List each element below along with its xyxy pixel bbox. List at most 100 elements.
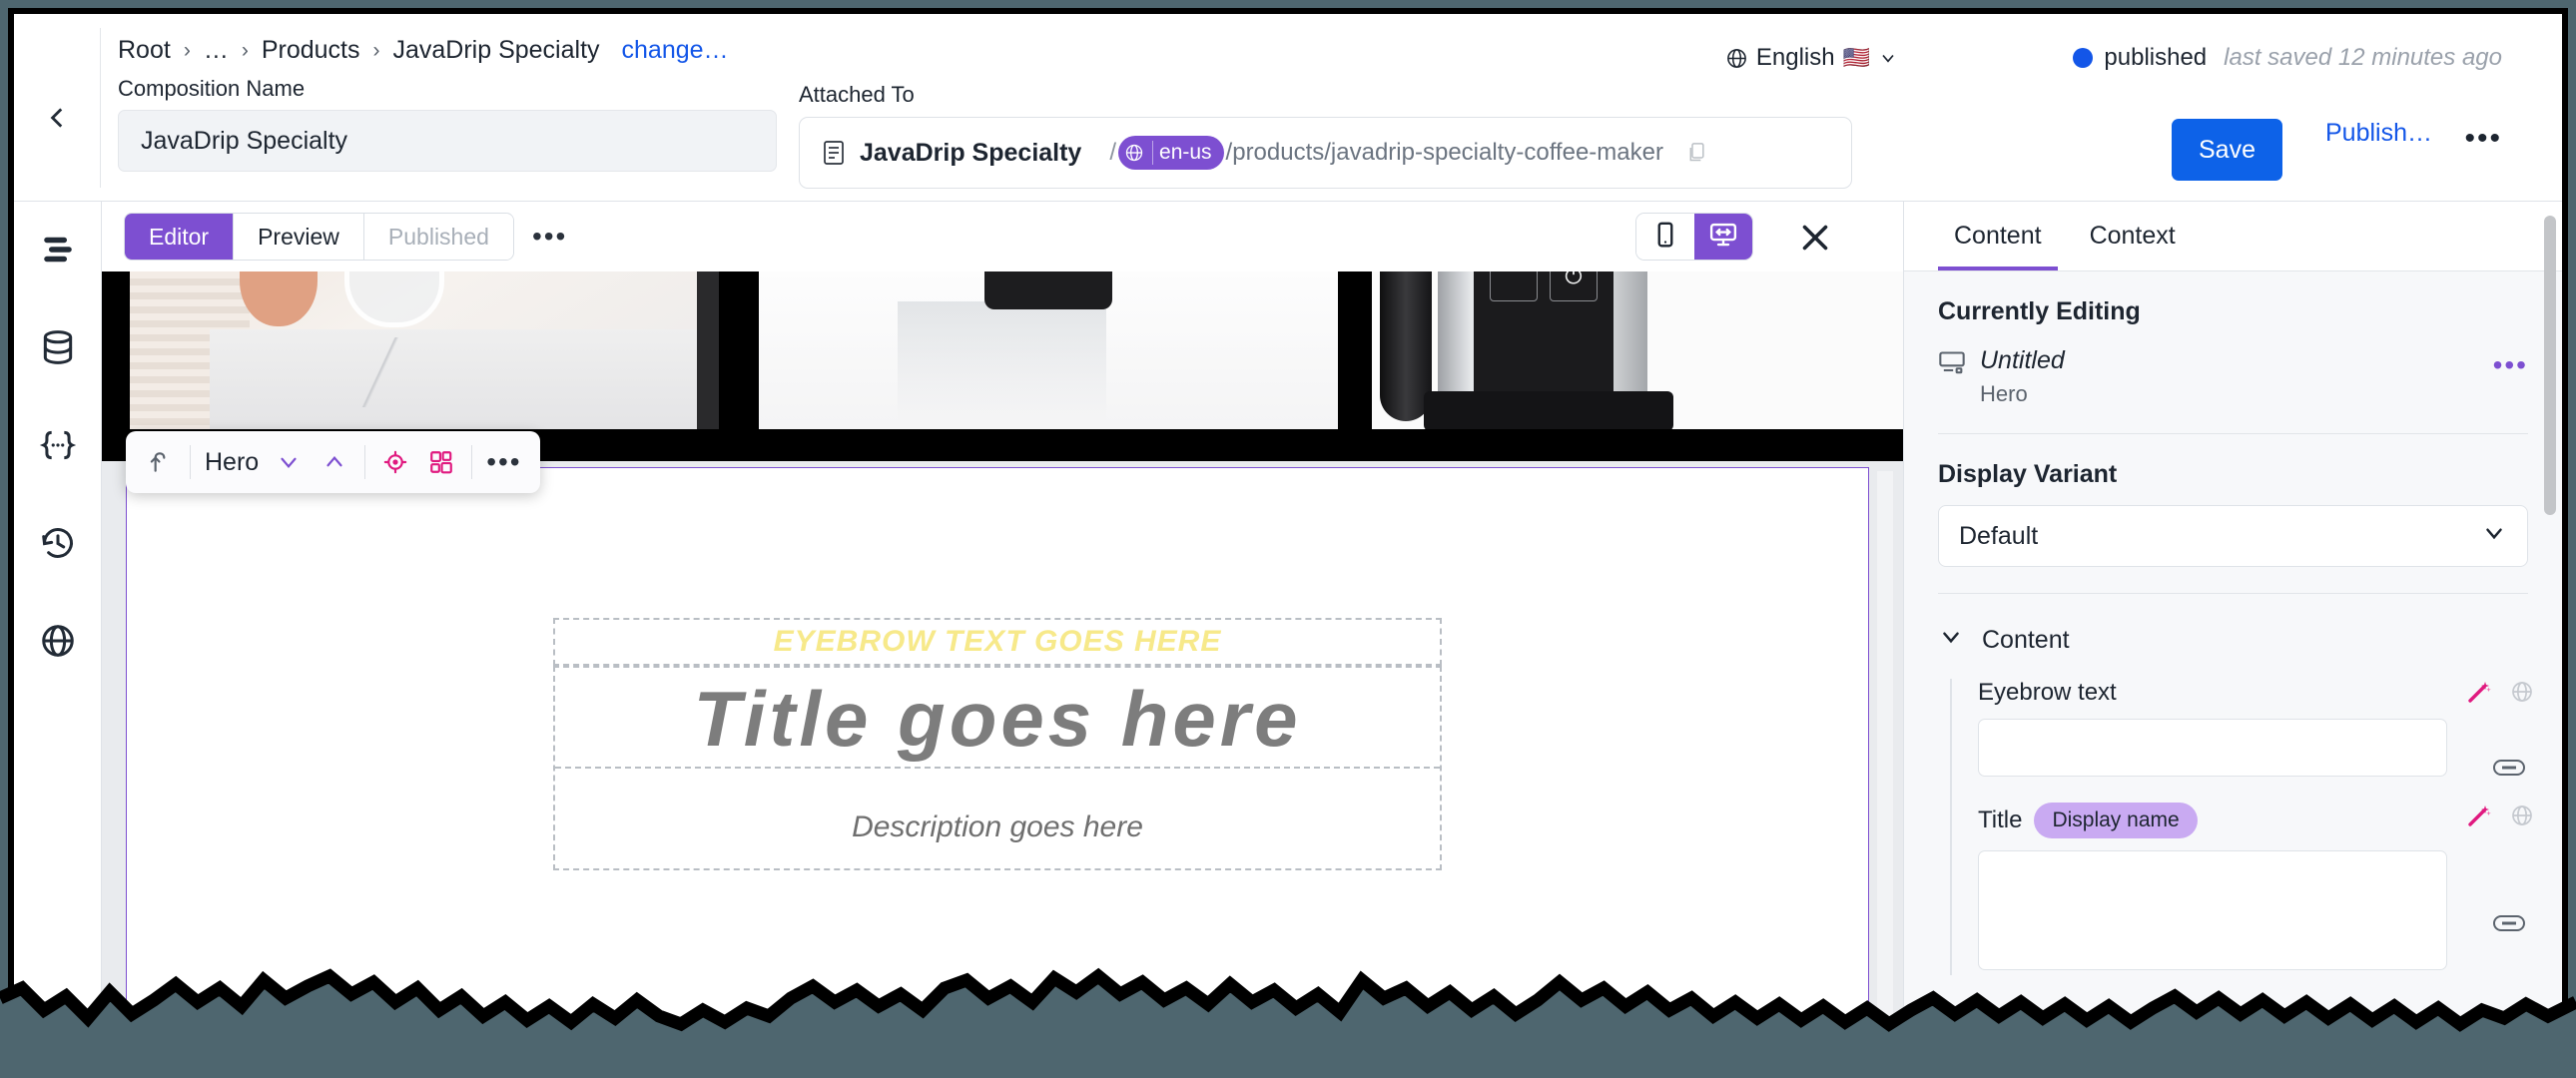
topbar-divider (100, 28, 101, 188)
attached-to-box[interactable]: JavaDrip Specialty / en-us /products/jav… (799, 117, 1852, 189)
field-label: Title (1978, 807, 2023, 833)
variable-pill-icon[interactable] (2492, 912, 2526, 934)
currently-editing-row: Untitled Hero ••• (1938, 346, 2528, 407)
back-button[interactable] (30, 92, 86, 148)
properties-panel: Content Context Currently Editing Untitl… (1903, 202, 2562, 1070)
locale-pill[interactable]: en-us (1118, 136, 1224, 170)
breadcrumb-item-ellipsis[interactable]: … (204, 36, 229, 65)
topbar-more-button[interactable]: ••• (2464, 124, 2502, 154)
magic-wand-icon[interactable] (2466, 803, 2492, 828)
toolbar-divider (190, 445, 191, 479)
attached-to-label: Attached To (799, 82, 915, 107)
chevron-down-icon[interactable] (273, 446, 305, 478)
hero-component-preview[interactable]: EYEBROW TEXT GOES HERE Title goes here D… (126, 467, 1869, 1070)
variable-pill-icon[interactable] (2492, 757, 2526, 779)
editor-mode-tabs: Editor Preview Published (124, 213, 514, 261)
display-name-badge: Display name (2034, 803, 2198, 838)
title-placeholder-box[interactable]: Title goes here Description goes here (553, 666, 1442, 870)
display-variant-label: Display Variant (1938, 460, 2118, 488)
tab-published[interactable]: Published (363, 214, 513, 260)
chevron-left-icon (45, 105, 71, 136)
placeholder-divider (555, 767, 1440, 769)
eyebrow-text-input[interactable] (1978, 719, 2447, 777)
status-badge: published (2104, 44, 2208, 71)
field-eyebrow-text: Eyebrow text (1978, 679, 2532, 779)
panel-tabs: Content Context (1904, 202, 2562, 271)
currently-editing-name: Untitled (1980, 346, 2065, 374)
close-editor-button[interactable] (1797, 220, 1833, 256)
target-icon[interactable] (379, 446, 411, 478)
breadcrumb-separator: › (372, 38, 380, 62)
canvas-scrollbar-track[interactable] (1877, 471, 1893, 1070)
breadcrumb-item-root[interactable]: Root (118, 36, 171, 65)
device-toggle (1635, 213, 1753, 261)
move-to-parent-icon[interactable] (144, 446, 176, 478)
close-icon (1797, 225, 1833, 260)
sidebar-item-code[interactable] (34, 423, 82, 471)
breadcrumb-item-current[interactable]: JavaDrip Specialty (392, 36, 599, 65)
device-mobile-button[interactable] (1636, 214, 1694, 260)
history-icon (39, 524, 77, 567)
mobile-icon (1650, 220, 1680, 255)
save-button[interactable]: Save (2172, 119, 2282, 181)
publish-button[interactable]: Publish… (2325, 119, 2432, 148)
globe-icon[interactable] (2510, 804, 2534, 827)
canvas[interactable]: SPECIALTYCONCENTRATED DRIP STOP Hero (102, 271, 1903, 1070)
chevron-up-icon[interactable] (319, 446, 350, 478)
breadcrumb-change-link[interactable]: change… (622, 36, 729, 65)
product-image-1 (130, 271, 719, 429)
breadcrumb: Root › … › Products › JavaDrip Specialty… (118, 36, 729, 65)
copy-icon[interactable] (1687, 142, 1707, 164)
currently-editing-more-button[interactable]: ••• (2493, 351, 2528, 379)
hero-content: EYEBROW TEXT GOES HERE Title goes here D… (127, 618, 1868, 870)
database-icon (39, 328, 77, 371)
tab-editor[interactable]: Editor (125, 214, 235, 260)
editor-pane: Editor Preview Published ••• CLEAN ⏻ Her… (102, 202, 1903, 1070)
title-textarea[interactable] (1978, 850, 2447, 970)
field-tools (2466, 679, 2534, 705)
tab-context[interactable]: Context (2074, 202, 2192, 270)
locale-divider (1152, 141, 1154, 165)
eyebrow-placeholder-box[interactable]: EYEBROW TEXT GOES HERE (553, 618, 1442, 666)
sidebar-item-data[interactable] (34, 325, 82, 373)
chevron-down-icon (1938, 624, 1964, 657)
chevron-down-icon (2481, 520, 2507, 553)
composition-name-label: Composition Name (118, 76, 306, 101)
component-more-button[interactable]: ••• (486, 448, 521, 476)
flag-icon: 🇺🇸 (1842, 45, 1870, 70)
code-braces-icon (39, 426, 77, 469)
document-icon (822, 140, 846, 166)
tab-preview[interactable]: Preview (234, 214, 364, 260)
top-bar: Root › … › Products › JavaDrip Specialty… (14, 14, 2562, 202)
sidebar-item-locales[interactable] (34, 619, 82, 667)
composition-name-block: Composition Name (118, 76, 777, 172)
device-desktop-button[interactable] (1694, 214, 1752, 260)
globe-icon (1122, 141, 1146, 165)
product-image-3: SPECIALTYCONCENTRATED DRIP STOP (1372, 271, 1903, 429)
layers-icon (39, 231, 77, 273)
tab-content[interactable]: Content (1938, 202, 2058, 270)
composition-name-input[interactable] (118, 110, 777, 172)
window-frame: Root › … › Products › JavaDrip Specialty… (8, 8, 2568, 1070)
breadcrumb-item-products[interactable]: Products (262, 36, 360, 65)
currently-editing-body: Untitled Hero (1980, 346, 2065, 407)
editor-more-button[interactable]: ••• (532, 223, 567, 251)
monitor-icon (1938, 346, 1966, 376)
app-root: Root › … › Products › JavaDrip Specialty… (0, 0, 2576, 1078)
display-variant-section: Display Variant Default (1904, 434, 2562, 594)
sidebar-item-history[interactable] (34, 521, 82, 569)
component-name-label: Hero (205, 447, 260, 476)
sidebar-item-layers[interactable] (34, 228, 82, 275)
field-label: Eyebrow text (1978, 679, 2117, 706)
component-icon[interactable] (425, 446, 457, 478)
panel-scrollbar-thumb[interactable] (2544, 216, 2556, 515)
content-accordion-header[interactable]: Content (1904, 624, 2562, 657)
toolbar-divider (471, 445, 473, 479)
globe-icon (39, 622, 77, 665)
globe-icon[interactable] (2510, 680, 2534, 704)
desktop-resize-icon (1708, 220, 1738, 255)
display-variant-select[interactable]: Default (1938, 505, 2528, 567)
magic-wand-icon[interactable] (2466, 679, 2492, 705)
language-selector[interactable]: English 🇺🇸 (1725, 44, 1898, 72)
toolbar-divider (364, 445, 366, 479)
